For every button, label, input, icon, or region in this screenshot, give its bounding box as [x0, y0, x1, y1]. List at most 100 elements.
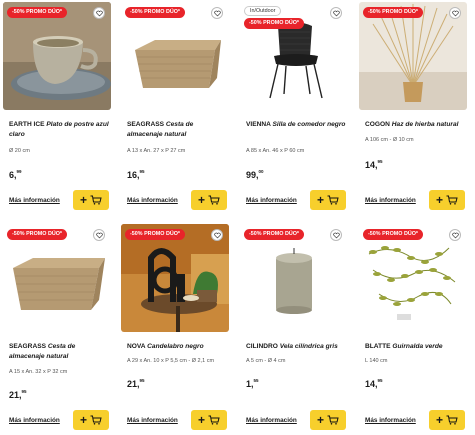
product-card[interactable]: -50% PROMO DÚO* NOVA Candelabro negro A … [119, 222, 229, 432]
product-price: 14,95 [365, 159, 383, 170]
more-info-link[interactable]: Más información [9, 417, 60, 424]
product-dims: A 15 x An. 32 x P 32 cm [9, 369, 68, 375]
price-decimals: 99 [16, 169, 22, 174]
product-card[interactable]: In/Outdoor -50% PROMO DÚO* VIENNA Silla … [238, 0, 348, 210]
product-card[interactable]: -50% PROMO DÚO* CILINDRO Vela cilíndrica… [238, 222, 348, 432]
product-name: NOVA [127, 343, 146, 350]
product-title[interactable]: SEAGRASS Cesta de almacenaje natural [9, 342, 109, 362]
promo-badge: -50% PROMO DÚO* [244, 18, 305, 29]
product-image[interactable] [121, 224, 229, 332]
product-desc: Haz de hierba natural [391, 121, 459, 128]
plus-icon: + [316, 413, 324, 427]
product-name: BLATTE [365, 343, 391, 350]
product-title[interactable]: EARTH ICE Plato de postre azul claro [9, 120, 109, 140]
cart-icon [90, 415, 102, 425]
plus-icon: + [435, 193, 443, 207]
product-image[interactable] [359, 224, 467, 332]
product-card[interactable]: -50% PROMO DÚO* SEAGRASS Cesta de almace… [119, 0, 229, 210]
add-to-cart-button[interactable]: + [429, 190, 465, 210]
price-int: 99, [246, 170, 259, 180]
heart-icon[interactable] [211, 7, 223, 19]
product-price: 6,99 [9, 169, 22, 180]
product-grid: -50% PROMO DÚO* EARTH ICE Plato de postr… [0, 0, 475, 435]
heart-icon[interactable] [93, 229, 105, 241]
more-info-link[interactable]: Más información [127, 417, 178, 424]
price-int: 16, [127, 170, 140, 180]
more-info-link[interactable]: Más información [246, 417, 297, 424]
more-info-link[interactable]: Más información [246, 197, 297, 204]
product-desc: Candelabro negro [147, 343, 204, 350]
product-title[interactable]: BLATTE Guirnalda verde [365, 342, 465, 352]
heart-icon[interactable] [449, 7, 461, 19]
plus-icon: + [197, 193, 205, 207]
product-dims: A 29 x An. 10 x P 5,5 cm - Ø 2,1 cm [127, 358, 215, 364]
cart-icon [90, 195, 102, 205]
cart-icon [327, 415, 339, 425]
cart-icon [208, 415, 220, 425]
product-price: 14,95 [365, 378, 383, 389]
price-decimals: 00 [258, 169, 264, 174]
price-int: 1, [246, 379, 254, 389]
product-price: 21,95 [9, 389, 27, 400]
product-title[interactable]: NOVA Candelabro negro [127, 342, 227, 352]
plus-icon: + [197, 413, 205, 427]
product-dims: A 13 x An. 27 x P 27 cm [127, 148, 186, 154]
heart-icon[interactable] [93, 7, 105, 19]
promo-badge: -50% PROMO DÚO* [363, 229, 424, 240]
cart-icon [446, 195, 458, 205]
product-card[interactable]: -50% PROMO DÚO* COGON Haz de hierba natu… [357, 0, 467, 210]
more-info-link[interactable]: Más información [9, 197, 60, 204]
promo-badge: -50% PROMO DÚO* [244, 229, 305, 240]
cart-icon [446, 415, 458, 425]
cart-icon [208, 195, 220, 205]
price-int: 6, [9, 170, 17, 180]
promo-badge: -50% PROMO DÚO* [125, 7, 186, 18]
product-price: 1,55 [246, 378, 259, 389]
product-card[interactable]: -50% PROMO DÚO* SEAGRASS Cesta de almace… [1, 222, 111, 432]
add-to-cart-button[interactable]: + [429, 410, 465, 430]
heart-icon[interactable] [211, 229, 223, 241]
more-info-link[interactable]: Más información [127, 197, 178, 204]
add-to-cart-button[interactable]: + [73, 410, 109, 430]
product-name: CILINDRO [246, 343, 278, 350]
product-title[interactable]: CILINDRO Vela cilíndrica gris [246, 342, 346, 352]
product-image[interactable] [3, 2, 111, 110]
in-outdoor-badge: In/Outdoor [244, 6, 282, 16]
product-card[interactable]: -50% PROMO DÚO* BLATTE Guirnalda verde L… [357, 222, 467, 432]
product-name: SEAGRASS [127, 121, 165, 128]
add-to-cart-button[interactable]: + [191, 190, 227, 210]
product-title[interactable]: SEAGRASS Cesta de almacenaje natural [127, 120, 227, 140]
product-desc: Silla de comedor negro [272, 121, 346, 128]
price-int: 21, [9, 390, 22, 400]
more-info-link[interactable]: Más información [365, 197, 416, 204]
product-price: 99,00 [246, 169, 264, 180]
price-decimals: 95 [139, 378, 145, 383]
add-to-cart-button[interactable]: + [310, 190, 346, 210]
add-to-cart-button[interactable]: + [310, 410, 346, 430]
add-to-cart-button[interactable]: + [191, 410, 227, 430]
product-title[interactable]: COGON Haz de hierba natural [365, 120, 465, 130]
promo-badge: -50% PROMO DÚO* [7, 229, 68, 240]
product-title[interactable]: VIENNA Silla de comedor negro [246, 120, 346, 130]
add-to-cart-button[interactable]: + [73, 190, 109, 210]
price-decimals: 95 [377, 378, 383, 383]
product-image[interactable] [240, 224, 348, 332]
product-price: 21,95 [127, 378, 145, 389]
more-info-link[interactable]: Más información [365, 417, 416, 424]
product-desc: Guirnalda verde [392, 343, 443, 350]
heart-icon[interactable] [449, 229, 461, 241]
promo-badge: -50% PROMO DÚO* [363, 7, 424, 18]
product-name: EARTH ICE [9, 121, 45, 128]
price-int: 21, [127, 379, 140, 389]
product-dims: L 140 cm [365, 358, 388, 364]
heart-icon[interactable] [330, 229, 342, 241]
product-image[interactable] [3, 224, 111, 332]
price-decimals: 95 [139, 169, 145, 174]
promo-badge: -50% PROMO DÚO* [7, 7, 68, 18]
product-card[interactable]: -50% PROMO DÚO* EARTH ICE Plato de postr… [1, 0, 111, 210]
product-image[interactable] [121, 2, 229, 110]
product-price: 16,95 [127, 169, 145, 180]
price-int: 14, [365, 379, 378, 389]
product-image[interactable] [359, 2, 467, 110]
heart-icon[interactable] [330, 7, 342, 19]
